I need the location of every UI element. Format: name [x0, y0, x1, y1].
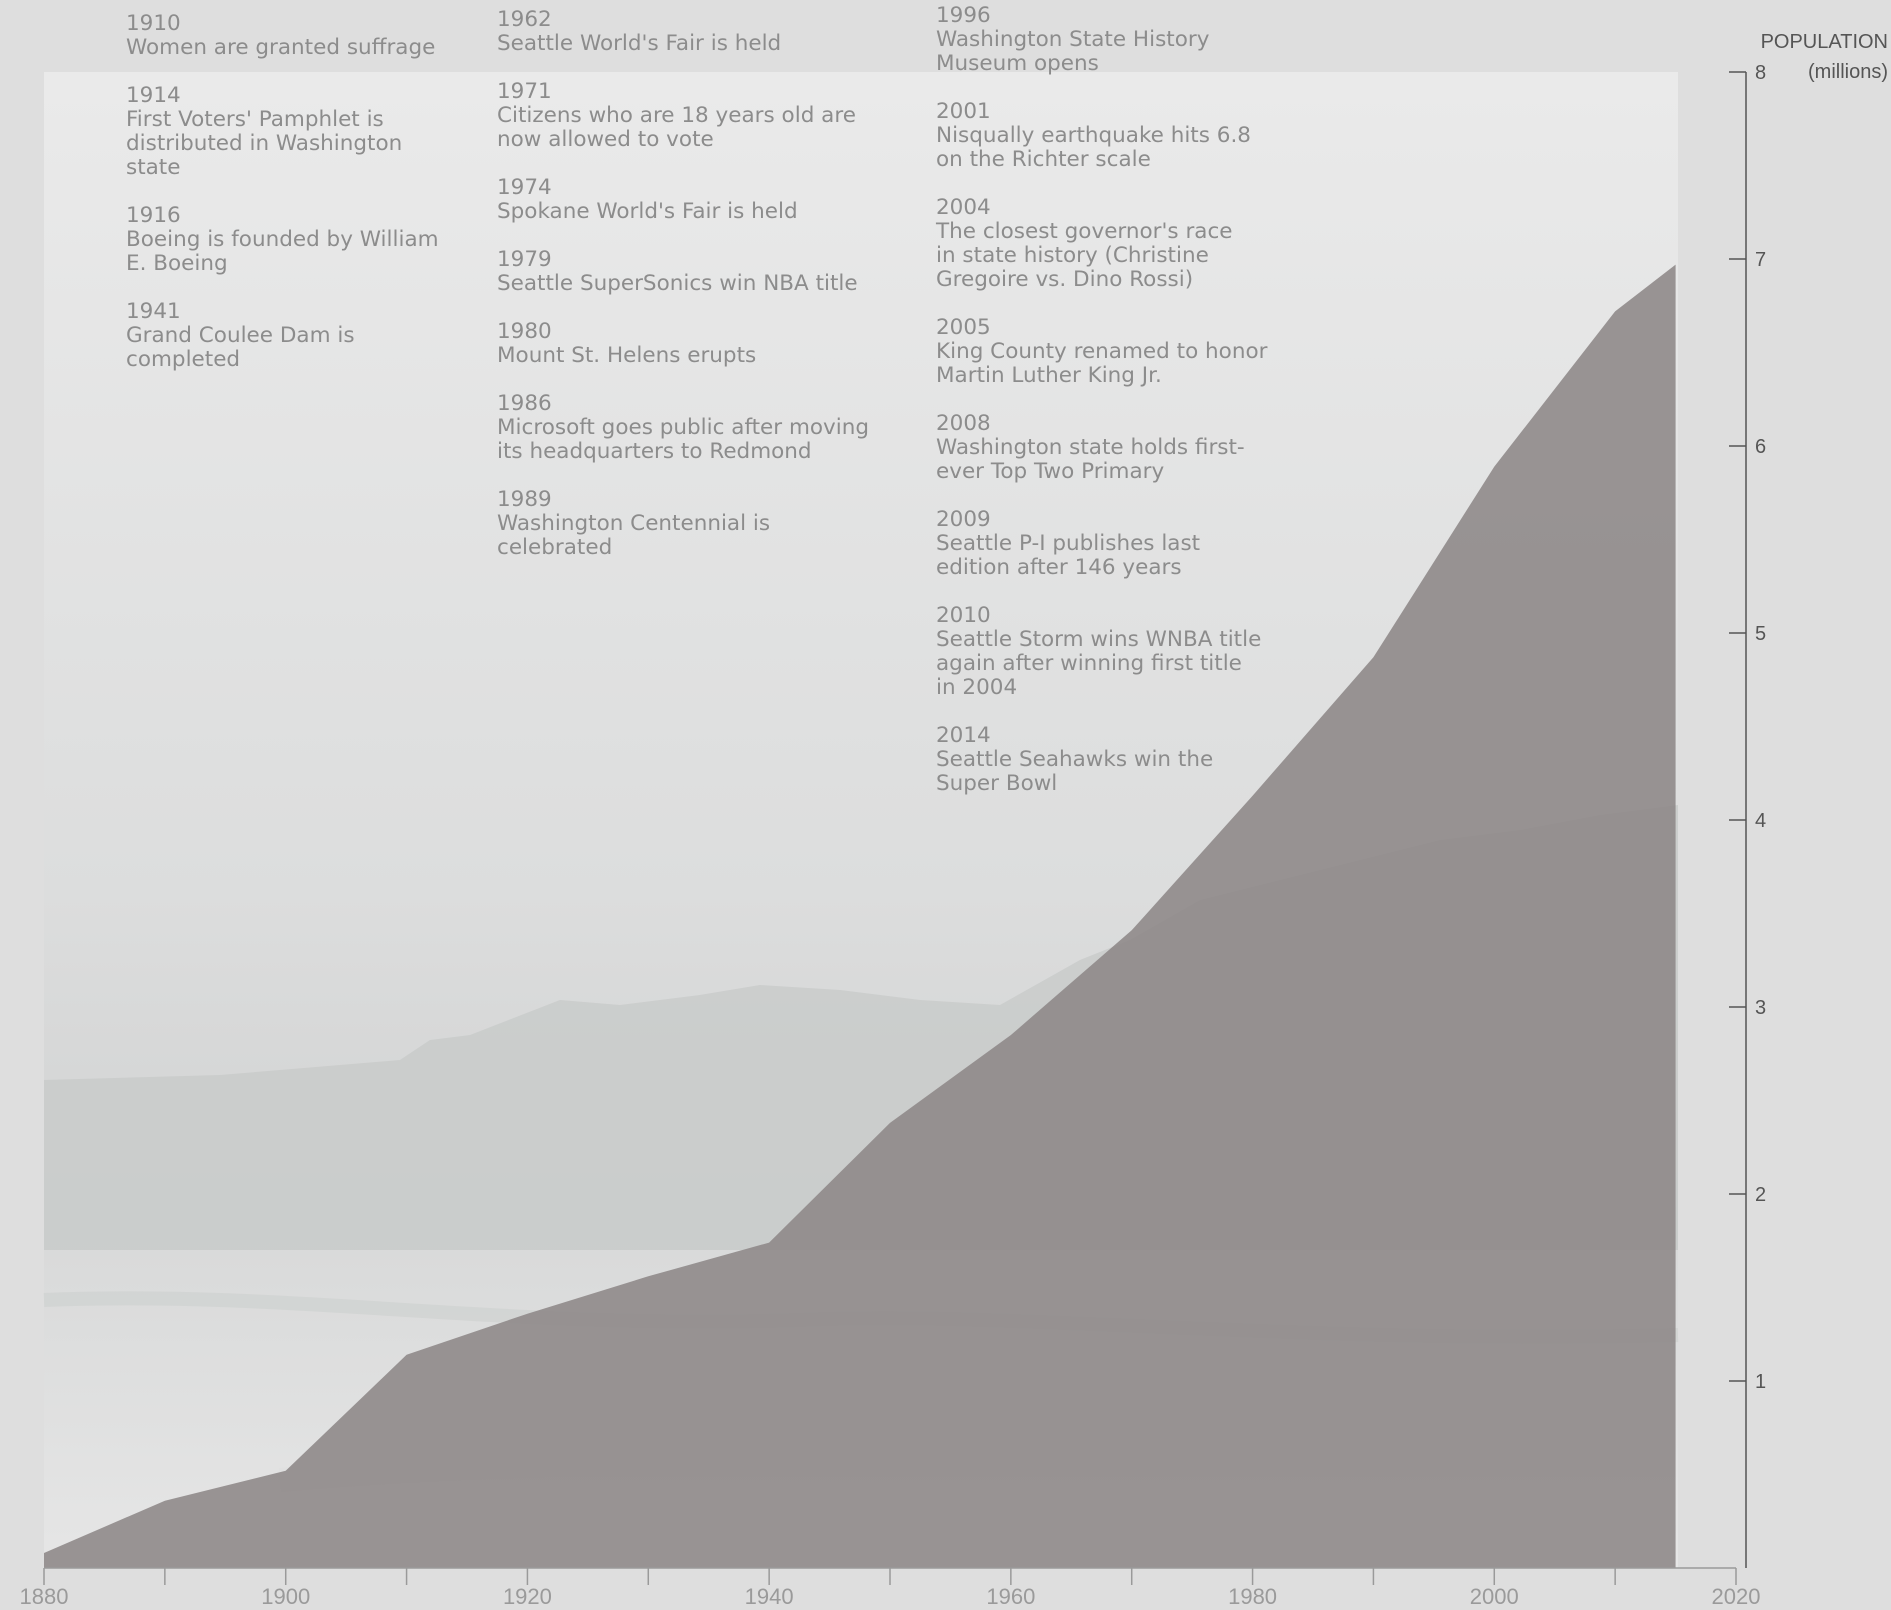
timeline-event: 2005 King County renamed to honor Martin …	[936, 316, 1296, 388]
event-year: 2008	[936, 411, 991, 436]
event-year: 1916	[126, 203, 181, 228]
event-description: Spokane World's Fair is held	[497, 199, 798, 224]
event-description: Seattle Seahawks win the Super Bowl	[936, 747, 1214, 796]
timeline-event: 1989 Washington Centennial is celebrated	[497, 488, 917, 560]
event-description: The closest governor's race in state his…	[936, 219, 1233, 292]
population-timeline: 1 2 3 4 5 6 7 8 1880 1900 1920 1940 1960 1980 2000 202…	[0, 0, 1891, 1610]
y-tick-label: 3	[1755, 997, 1766, 1019]
y-axis-title-line2: (millions)	[1808, 61, 1888, 83]
event-year: 1986	[497, 391, 552, 416]
event-description: First Voters' Pamphlet is distributed in…	[126, 107, 403, 180]
event-year: 2014	[936, 723, 991, 748]
x-tick-label: 1940	[745, 1584, 794, 1609]
event-description: Seattle World's Fair is held	[497, 31, 782, 56]
x-tick-label: 1980	[1228, 1584, 1277, 1609]
events-column-2: 1962 Seattle World's Fair is held 1971 Citi…	[497, 8, 917, 584]
event-description: Washington Centennial is celebrated	[497, 511, 771, 560]
x-tick-label: 1920	[503, 1584, 552, 1609]
event-year: 2005	[936, 315, 991, 340]
event-description: Washington state holds first- ever Top T…	[936, 435, 1245, 484]
timeline-event: 2004 The closest governor's race in state…	[936, 196, 1296, 292]
events-column-1: 1910 Women are granted suffrage 1914 First …	[126, 12, 466, 396]
y-axis: 1 2 3 4 5 6 7 8	[1729, 62, 1766, 1568]
events-column-3: 1996 Washington State History Museum open…	[936, 4, 1296, 820]
event-description: Seattle SuperSonics win NBA title	[497, 271, 858, 296]
event-description: Grand Coulee Dam is completed	[126, 323, 355, 372]
timeline-event: 2009 Seattle P-I publishes last edition a…	[936, 508, 1296, 580]
timeline-event: 1996 Washington State History Museum open…	[936, 4, 1296, 76]
y-tick-label: 1	[1755, 1371, 1766, 1393]
timeline-event: 1979 Seattle SuperSonics win NBA title	[497, 248, 917, 296]
timeline-event: 1910 Women are granted suffrage	[126, 12, 466, 60]
event-year: 2009	[936, 507, 991, 532]
timeline-event: 1971 Citizens who are 18 years old are no…	[497, 80, 917, 152]
event-description: Microsoft goes public after moving its h…	[497, 415, 870, 464]
x-axis: 1880 1900 1920 1940 1960 1980 2000 2020	[20, 1567, 1761, 1609]
event-description: Nisqually earthquake hits 6.8 on the Ric…	[936, 123, 1251, 172]
event-year: 1989	[497, 487, 552, 512]
timeline-event: 1916 Boeing is founded by William E. Boei…	[126, 204, 466, 276]
event-year: 1941	[126, 299, 181, 324]
x-tick-label: 2000	[1470, 1584, 1519, 1609]
event-year: 1996	[936, 3, 991, 28]
timeline-event: 2001 Nisqually earthquake hits 6.8 on the…	[936, 100, 1296, 172]
timeline-event: 2008 Washington state holds first- ever T…	[936, 412, 1296, 484]
event-description: Boeing is founded by William E. Boeing	[126, 227, 439, 276]
event-year: 2004	[936, 195, 991, 220]
x-tick-label: 1880	[20, 1584, 69, 1609]
timeline-event: 1980 Mount St. Helens erupts	[497, 320, 917, 368]
y-tick-label: 2	[1755, 1184, 1766, 1206]
x-tick-label: 1900	[261, 1584, 310, 1609]
y-tick-label: 4	[1755, 810, 1766, 832]
timeline-event: 1914 First Voters' Pamphlet is distribute…	[126, 84, 466, 180]
event-year: 1962	[497, 7, 552, 32]
event-description: Women are granted suffrage	[126, 35, 436, 60]
x-tick-label: 2020	[1712, 1584, 1761, 1609]
timeline-event: 1962 Seattle World's Fair is held	[497, 8, 917, 56]
event-description: Seattle Storm wins WNBA title again afte…	[936, 627, 1262, 700]
event-year: 1914	[126, 83, 181, 108]
y-tick-label: 6	[1755, 436, 1766, 458]
event-year: 1971	[497, 79, 552, 104]
timeline-event: 1974 Spokane World's Fair is held	[497, 176, 917, 224]
event-year: 1979	[497, 247, 552, 272]
event-year: 1980	[497, 319, 552, 344]
y-tick-label: 7	[1755, 249, 1766, 271]
event-year: 1910	[126, 11, 181, 36]
timeline-event: 2010 Seattle Storm wins WNBA title again …	[936, 604, 1296, 700]
y-tick-label: 8	[1755, 62, 1766, 84]
event-year: 1974	[497, 175, 552, 200]
timeline-event: 1986 Microsoft goes public after moving i…	[497, 392, 917, 464]
event-year: 2010	[936, 603, 991, 628]
event-year: 2001	[936, 99, 991, 124]
timeline-event: 2014 Seattle Seahawks win the Super Bowl	[936, 724, 1296, 796]
event-description: Washington State History Museum opens	[936, 27, 1210, 76]
y-axis-title-line1: POPULATION	[1761, 31, 1888, 53]
event-description: Mount St. Helens erupts	[497, 343, 757, 368]
event-description: Seattle P-I publishes last edition after…	[936, 531, 1201, 580]
x-tick-label: 1960	[986, 1584, 1035, 1609]
timeline-event: 1941 Grand Coulee Dam is completed	[126, 300, 466, 372]
y-tick-label: 5	[1755, 623, 1766, 645]
event-description: Citizens who are 18 years old are now al…	[497, 103, 856, 152]
event-description: King County renamed to honor Martin Luth…	[936, 339, 1268, 388]
